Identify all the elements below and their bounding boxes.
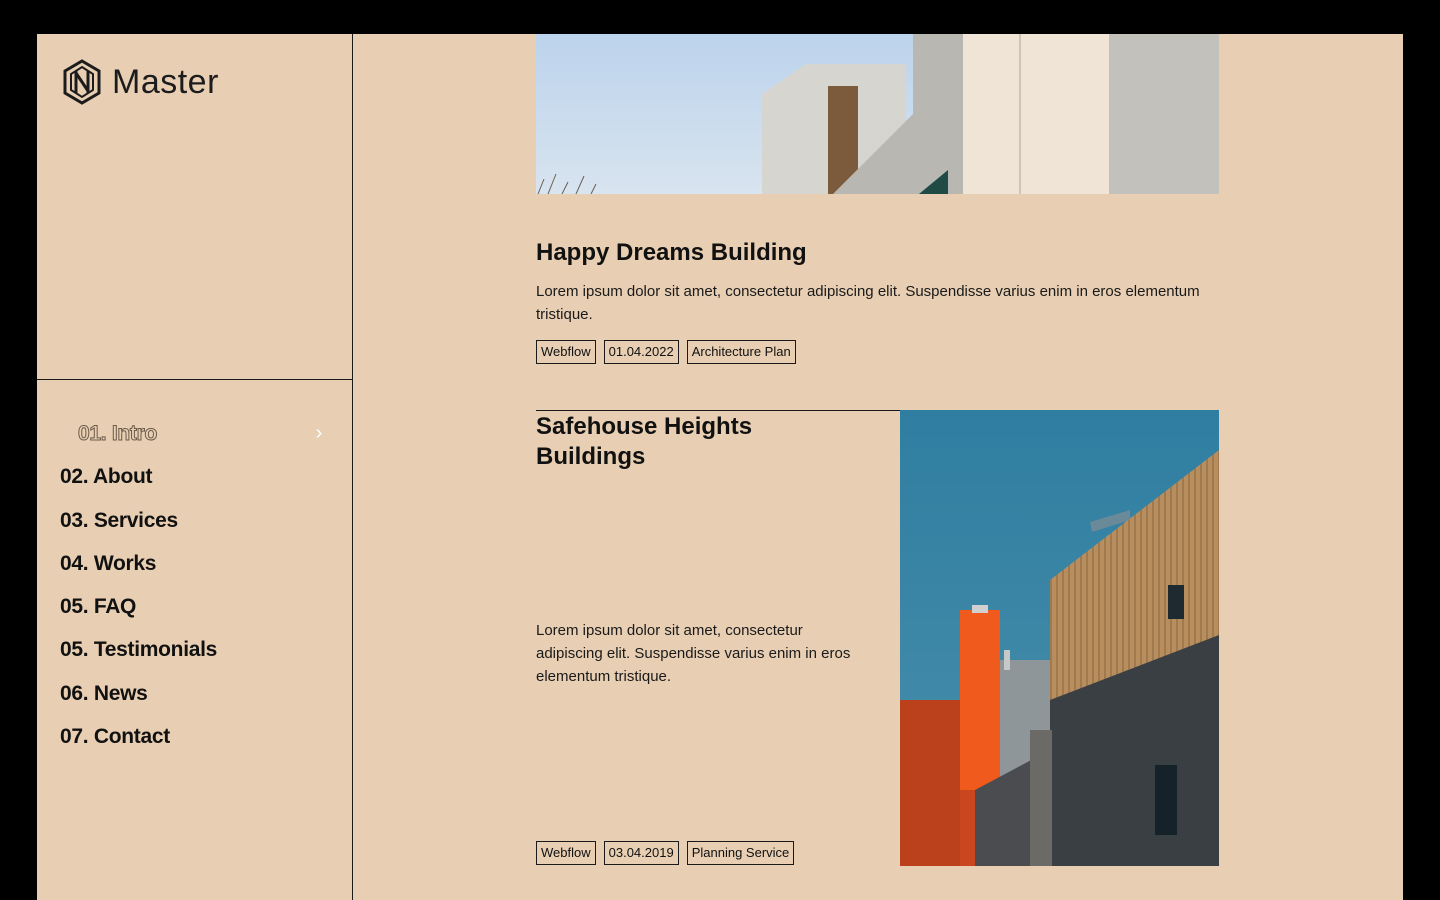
project-title[interactable]: Safehouse Heights Buildings	[536, 412, 836, 472]
tag-date[interactable]: 01.04.2022	[603, 340, 679, 364]
tag-category[interactable]: Architecture Plan	[686, 340, 796, 364]
project-image-safehouse[interactable]	[900, 410, 1219, 866]
nav-item-label: 01. Intro	[78, 421, 158, 445]
hexagon-logo-icon	[63, 59, 101, 105]
project-tags: Webflow 03.04.2019 Planning Service	[536, 841, 795, 865]
brand-logo[interactable]: Master	[62, 59, 219, 105]
tag-date[interactable]: 03.04.2019	[603, 841, 679, 865]
sidebar-divider	[37, 379, 352, 380]
sidebar: Master 01. Intro › 02. About 03. Service…	[37, 34, 353, 900]
project-description: Lorem ipsum dolor sit amet, consectetur …	[536, 622, 851, 685]
nav-item-about[interactable]: 02. About	[60, 455, 330, 498]
building-photo	[536, 34, 1219, 194]
nav-item-testimonials[interactable]: 05. Testimonials	[60, 628, 330, 671]
nav-item-intro[interactable]: 01. Intro ›	[60, 412, 330, 455]
project-description: Lorem ipsum dolor sit amet, consectetur …	[536, 283, 1200, 323]
tag-category[interactable]: Planning Service	[686, 841, 795, 865]
nav-item-news[interactable]: 06. News	[60, 672, 330, 715]
page-frame: Master 01. Intro › 02. About 03. Service…	[37, 34, 1403, 900]
building-photo	[900, 410, 1219, 866]
nav-item-services[interactable]: 03. Services	[60, 499, 330, 542]
nav-item-works[interactable]: 04. Works	[60, 542, 330, 585]
tag-platform[interactable]: Webflow	[536, 340, 596, 364]
project-tags: Webflow 01.04.2022 Architecture Plan	[536, 340, 796, 364]
nav-item-contact[interactable]: 07. Contact	[60, 715, 330, 758]
chevron-right-icon: ›	[315, 422, 323, 444]
tag-platform[interactable]: Webflow	[536, 841, 596, 865]
nav-item-faq[interactable]: 05. FAQ	[60, 585, 330, 628]
brand-name: Master	[112, 62, 219, 101]
project-image-happy-dreams[interactable]	[536, 34, 1219, 194]
section-nav: 01. Intro › 02. About 03. Services 04. W…	[60, 412, 330, 758]
project-title[interactable]: Happy Dreams Building	[536, 239, 807, 267]
